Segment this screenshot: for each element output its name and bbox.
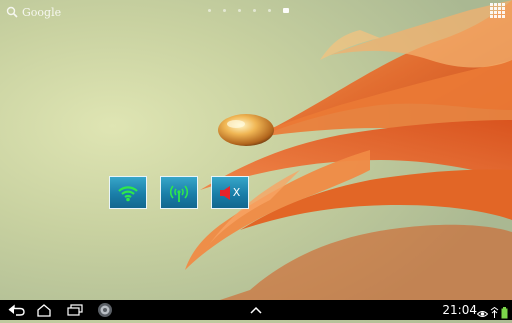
page-dot xyxy=(238,9,241,12)
apps-grid-icon[interactable] xyxy=(490,3,505,18)
search-icon xyxy=(6,6,18,18)
page-dot xyxy=(223,9,226,12)
chevron-up-icon xyxy=(250,306,262,314)
status-clock: 21:04 xyxy=(442,303,477,317)
eye-icon xyxy=(476,304,489,323)
menu-up-button[interactable] xyxy=(247,302,265,318)
search-label: Google xyxy=(22,5,62,19)
page-dot xyxy=(268,9,271,12)
wifi-toggle-widget[interactable] xyxy=(109,176,147,209)
screenshot-icon xyxy=(97,302,113,318)
page-dot xyxy=(208,9,211,12)
wallpaper xyxy=(0,0,512,300)
home-button[interactable] xyxy=(34,302,54,318)
antenna-icon xyxy=(168,182,190,204)
home-screen-page-indicator xyxy=(208,8,289,13)
page-dot-current xyxy=(283,8,289,13)
back-button[interactable] xyxy=(6,302,28,318)
recent-apps-icon xyxy=(67,304,83,316)
mute-indicator: X xyxy=(232,186,241,199)
speaker-muted-icon xyxy=(219,185,232,200)
mobile-data-toggle-widget[interactable] xyxy=(160,176,198,209)
recent-apps-button[interactable] xyxy=(65,302,85,318)
back-arrow-icon xyxy=(8,304,26,316)
system-navigation-bar: 21:04 xyxy=(0,300,512,320)
page-dot xyxy=(253,9,256,12)
status-icons[interactable] xyxy=(476,304,508,323)
home-icon xyxy=(36,303,52,317)
signal-icon xyxy=(490,304,499,323)
screenshot-button[interactable] xyxy=(95,302,115,318)
google-search-bar[interactable]: Google xyxy=(6,4,61,20)
battery-icon xyxy=(501,304,508,323)
sound-toggle-widget[interactable]: X xyxy=(211,176,249,209)
wifi-icon xyxy=(117,184,139,202)
